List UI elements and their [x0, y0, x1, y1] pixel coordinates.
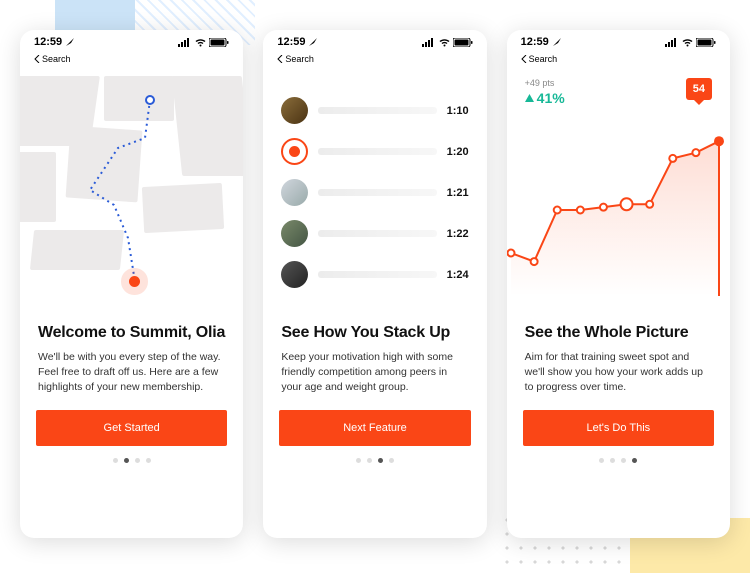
cell-signal-icon — [665, 38, 679, 47]
page-dot — [378, 458, 383, 463]
screen-desc: Aim for that training sweet spot and we'… — [525, 350, 712, 396]
battery-icon — [209, 38, 229, 47]
page-dot — [146, 458, 151, 463]
status-bar: 12:59 — [263, 30, 486, 54]
leaderboard-row: 1:21 — [263, 172, 486, 213]
page-dot — [599, 458, 604, 463]
route-endpoint-icon — [129, 276, 140, 287]
skeleton-bar — [318, 189, 436, 196]
back-to-search[interactable]: Search — [507, 54, 730, 70]
back-label: Search — [529, 54, 558, 64]
status-icons — [665, 38, 716, 47]
page-indicator — [20, 458, 243, 463]
leaderboard: 1:10 1:20 1:21 1:22 1:24 — [263, 70, 486, 320]
avatar — [281, 261, 308, 288]
page-dot — [389, 458, 394, 463]
back-label: Search — [285, 54, 314, 64]
screen-title: Welcome to Summit, Olia — [38, 324, 225, 342]
chart-badge: 54 — [686, 78, 712, 100]
next-feature-button[interactable]: Next Feature — [279, 410, 470, 446]
page-indicator — [507, 458, 730, 463]
leaderboard-row: 1:20 — [263, 131, 486, 172]
progress-chart: +49 pts 41% 54 — [507, 70, 730, 320]
status-time: 12:59 — [34, 36, 62, 48]
up-arrow-icon — [525, 94, 534, 102]
lb-time: 1:20 — [447, 146, 469, 158]
location-arrow-icon — [65, 37, 75, 47]
leaderboard-row: 1:24 — [263, 254, 486, 295]
page-dot — [610, 458, 615, 463]
screen-stackup: 12:59 Search 1:10 1:20 1:21 1:22 1:24 Se… — [263, 30, 486, 538]
status-icons — [178, 38, 229, 47]
cell-signal-icon — [422, 38, 436, 47]
wifi-icon — [194, 38, 207, 47]
screen-desc: Keep your motivation high with some frie… — [281, 350, 468, 396]
status-bar: 12:59 — [507, 30, 730, 54]
wifi-icon — [438, 38, 451, 47]
lets-do-this-button[interactable]: Let's Do This — [523, 410, 714, 446]
status-time: 12:59 — [277, 36, 305, 48]
skeleton-bar — [318, 271, 436, 278]
skeleton-bar — [318, 148, 436, 155]
page-indicator — [263, 458, 486, 463]
page-dot — [621, 458, 626, 463]
line-chart — [507, 120, 730, 310]
avatar — [281, 220, 308, 247]
screen-title: See How You Stack Up — [281, 324, 468, 342]
lb-time: 1:24 — [447, 269, 469, 281]
lb-time: 1:22 — [447, 228, 469, 240]
avatar-me — [281, 138, 308, 165]
page-dot — [124, 458, 129, 463]
lb-time: 1:10 — [447, 105, 469, 117]
get-started-button[interactable]: Get Started — [36, 410, 227, 446]
page-dot — [135, 458, 140, 463]
leaderboard-row: 1:10 — [263, 90, 486, 131]
chevron-left-icon — [34, 55, 40, 63]
chart-pct: 41% — [525, 90, 565, 106]
back-label: Search — [42, 54, 71, 64]
page-dot — [356, 458, 361, 463]
map-illustration — [20, 70, 243, 320]
screen-desc: We'll be with you every step of the way.… — [38, 350, 225, 396]
chart-delta-pts: +49 pts — [525, 78, 565, 88]
wifi-icon — [681, 38, 694, 47]
back-to-search[interactable]: Search — [263, 54, 486, 70]
avatar — [281, 179, 308, 206]
leaderboard-row: 1:22 — [263, 213, 486, 254]
status-icons — [422, 38, 473, 47]
lb-time: 1:21 — [447, 187, 469, 199]
battery-icon — [453, 38, 473, 47]
chevron-left-icon — [277, 55, 283, 63]
location-arrow-icon — [308, 37, 318, 47]
back-to-search[interactable]: Search — [20, 54, 243, 70]
avatar — [281, 97, 308, 124]
page-dot — [632, 458, 637, 463]
onboarding-screens: 12:59 Search — [0, 0, 750, 568]
location-arrow-icon — [552, 37, 562, 47]
page-dot — [113, 458, 118, 463]
skeleton-bar — [318, 107, 436, 114]
status-time: 12:59 — [521, 36, 549, 48]
screen-title: See the Whole Picture — [525, 324, 712, 342]
status-bar: 12:59 — [20, 30, 243, 54]
battery-icon — [696, 38, 716, 47]
screen-welcome: 12:59 Search — [20, 30, 243, 538]
screen-whole-picture: 12:59 Search +49 pts 41% — [507, 30, 730, 538]
skeleton-bar — [318, 230, 436, 237]
chevron-left-icon — [521, 55, 527, 63]
page-dot — [367, 458, 372, 463]
cell-signal-icon — [178, 38, 192, 47]
